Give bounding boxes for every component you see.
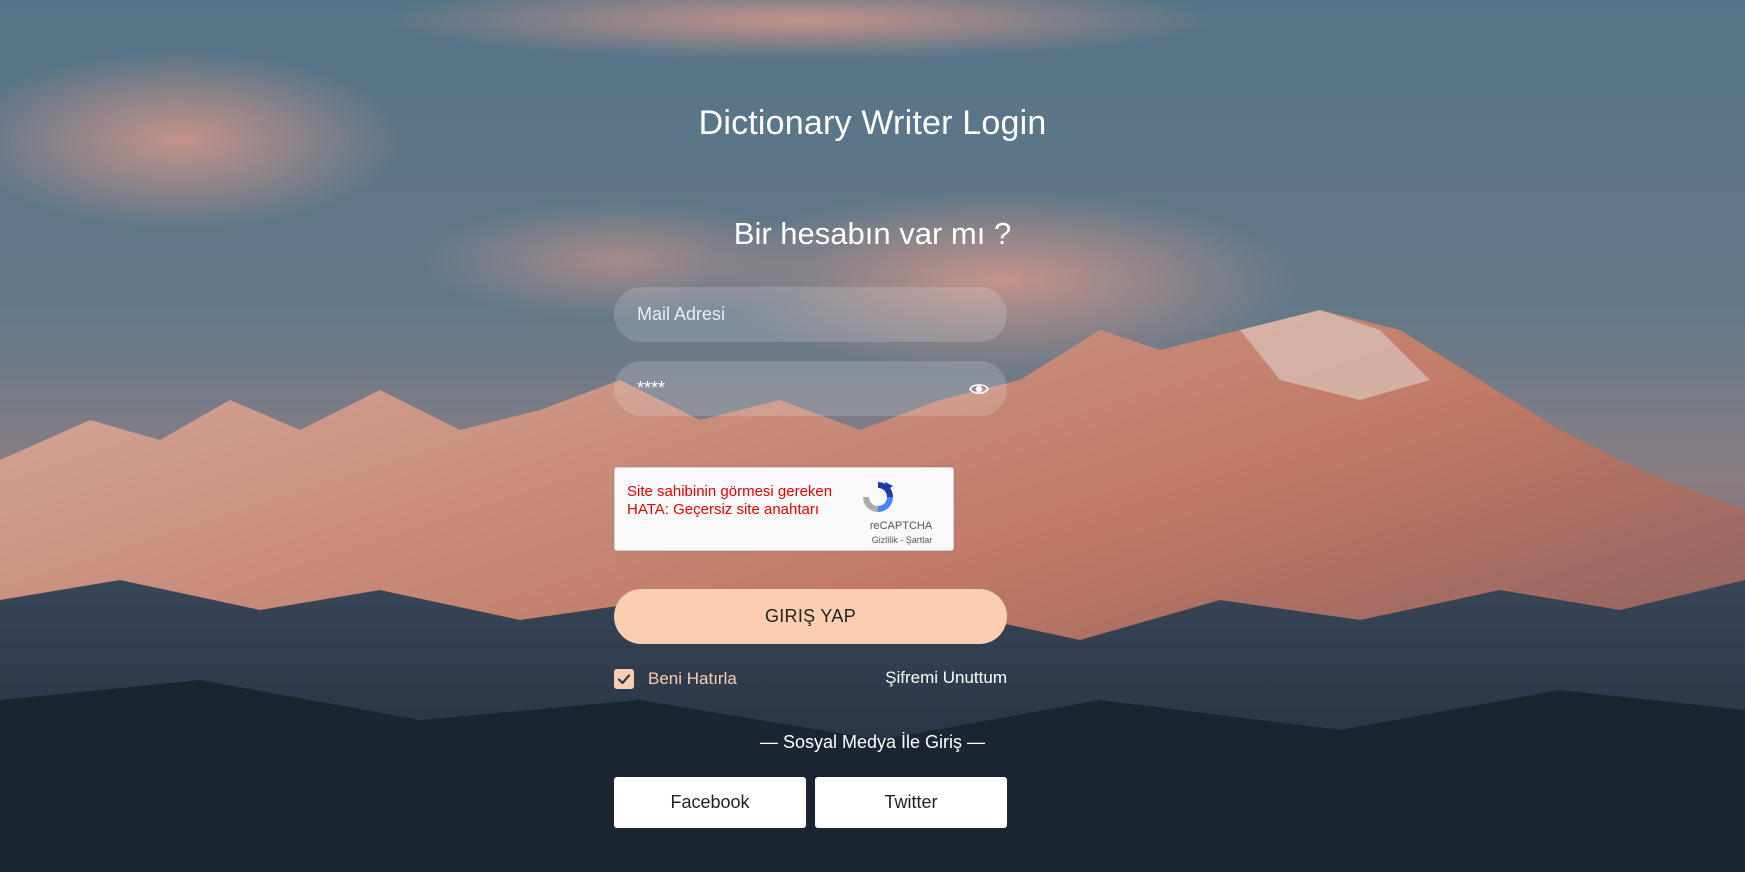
recaptcha-widget[interactable]: Site sahibinin görmesi gereken HATA: Geç…: [614, 467, 954, 551]
captcha-error-text: Site sahibinin görmesi gereken HATA: Geç…: [627, 483, 833, 518]
captcha-terms-link[interactable]: Şartlar: [906, 535, 933, 545]
email-field-wrapper: [614, 287, 1007, 342]
social-login-label: — Sosyal Medya İle Giriş —: [759, 732, 986, 752]
login-page: Dictionary Writer Login Bir hesabın var …: [0, 0, 1745, 872]
captcha-privacy-link[interactable]: Gizlilik: [872, 535, 898, 545]
twitter-login-button[interactable]: Twitter: [815, 777, 1007, 828]
check-icon[interactable]: [614, 669, 634, 689]
facebook-login-button[interactable]: Facebook: [614, 777, 806, 828]
page-title: Dictionary Writer Login: [698, 104, 1047, 142]
captcha-links: Gizlilik - Şartlar: [861, 535, 943, 545]
remember-me-label: Beni Hatırla: [648, 669, 737, 688]
password-field-wrapper: [614, 361, 1007, 416]
captcha-brand: reCAPTCHA: [869, 520, 933, 532]
recaptcha-logo-icon: [859, 478, 897, 516]
remember-me-checkbox[interactable]: Beni Hatırla: [614, 667, 737, 691]
email-field[interactable]: [614, 287, 1007, 342]
page-subtitle: Bir hesabın var mı ?: [733, 216, 1012, 251]
forgot-password-link[interactable]: Şifremi Unuttum: [885, 668, 1007, 688]
login-button[interactable]: GIRIŞ YAP: [614, 589, 1007, 644]
eye-icon[interactable]: [969, 379, 989, 399]
captcha-separator: -: [900, 535, 904, 545]
password-field[interactable]: [614, 361, 1007, 416]
